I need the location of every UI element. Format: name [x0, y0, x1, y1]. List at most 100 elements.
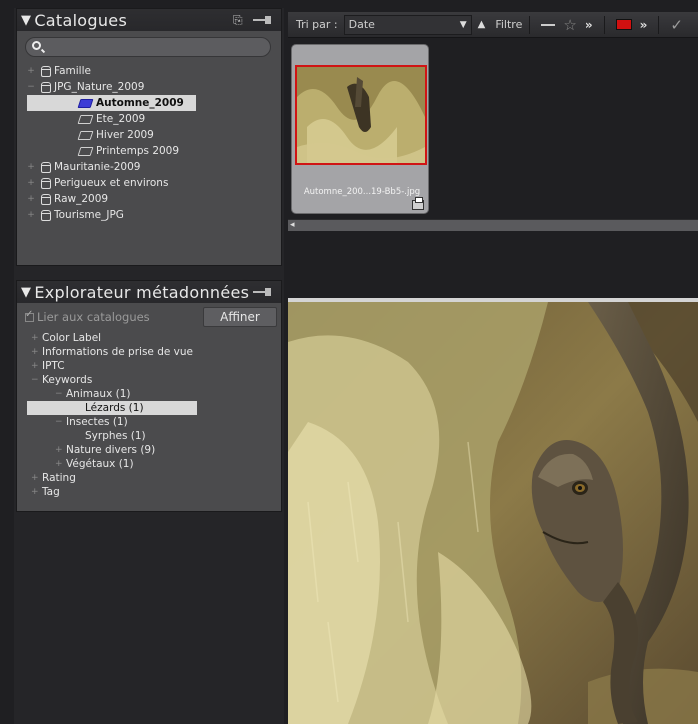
tree-item-famille[interactable]: + Famille	[17, 63, 281, 79]
metadata-title: Explorateur métadonnées	[34, 282, 250, 302]
toolbar-separator	[603, 15, 605, 34]
app-window: ▼ Catalogues ⎘ + Famille − JPG_Nature_20…	[0, 0, 698, 724]
meta-item-label: Nature divers (9)	[66, 444, 156, 456]
catalogue-icon	[41, 161, 51, 173]
meta-item-vegetaux[interactable]: + Végétaux (1)	[17, 457, 281, 471]
collapse-icon[interactable]: −	[27, 82, 35, 92]
thumbnail-caption: Automne_200...19-Bb5-.jpg	[303, 187, 421, 197]
meta-item-color-label[interactable]: + Color Label	[17, 331, 281, 345]
collapse-icon[interactable]: −	[55, 389, 63, 399]
meta-item-syrphes[interactable]: Syrphes (1)	[17, 429, 281, 443]
tree-item-printemps-2009[interactable]: Printemps 2009	[17, 143, 281, 159]
meta-item-shooting-info[interactable]: + Informations de prise de vue	[17, 345, 281, 359]
tree-item-jpg-nature-2009[interactable]: − JPG_Nature_2009	[17, 79, 281, 95]
meta-item-label: Keywords	[42, 374, 93, 386]
folder-icon	[77, 114, 94, 124]
catalogue-icon	[41, 81, 51, 93]
expand-icon[interactable]: +	[55, 459, 63, 469]
dropdown-arrow-icon[interactable]: ▼	[460, 20, 467, 30]
star-icon[interactable]: ☆	[563, 16, 576, 34]
meta-item-label: Lézards (1)	[85, 402, 144, 414]
image-preview[interactable]	[288, 302, 698, 724]
pin-icon[interactable]	[253, 16, 273, 24]
meta-item-iptc[interactable]: + IPTC	[17, 359, 281, 373]
expand-icon[interactable]: +	[27, 66, 35, 76]
meta-item-tag[interactable]: + Tag	[17, 485, 281, 499]
sort-ascending-icon[interactable]: ▲	[478, 19, 486, 30]
expand-icon[interactable]: +	[31, 347, 39, 357]
meta-item-label: Informations de prise de vue	[42, 346, 194, 358]
tree-item-label: Ete_2009	[96, 113, 146, 125]
refine-button[interactable]: Affiner	[203, 307, 277, 327]
pin-icon[interactable]	[253, 288, 273, 296]
catalogue-icon	[41, 209, 51, 221]
catalogue-search-input[interactable]	[26, 40, 270, 59]
expand-icon[interactable]: +	[31, 333, 39, 343]
meta-item-insectes[interactable]: − Insectes (1)	[17, 415, 281, 429]
tree-item-label: Famille	[54, 65, 91, 77]
expand-icon[interactable]: +	[31, 487, 39, 497]
collapse-triangle-icon[interactable]: ▼	[21, 13, 31, 28]
metadata-explorer-panel: ▼ Explorateur métadonnées Lier aux catal…	[16, 280, 282, 512]
expand-icon[interactable]: +	[55, 445, 63, 455]
printer-icon[interactable]	[412, 197, 424, 210]
expand-icon[interactable]: +	[31, 473, 39, 483]
tree-item-automne-2009[interactable]: Automne_2009	[27, 95, 196, 111]
tree-item-label: Tourisme_JPG	[54, 209, 124, 221]
collapse-triangle-icon[interactable]: ▼	[21, 285, 31, 300]
catalogue-tree: + Famille − JPG_Nature_2009 Automne_2009…	[17, 63, 281, 223]
more-ratings-icon[interactable]: »	[585, 18, 593, 32]
metadata-header[interactable]: ▼ Explorateur métadonnées	[17, 281, 281, 303]
horizontal-scrollbar[interactable]: ◂	[288, 219, 698, 231]
tree-item-tourisme-jpg[interactable]: + Tourisme_JPG	[17, 207, 281, 223]
meta-item-keywords[interactable]: − Keywords	[17, 373, 281, 387]
tree-item-hiver-2009[interactable]: Hiver 2009	[17, 127, 281, 143]
tree-item-raw-2009[interactable]: + Raw_2009	[17, 191, 281, 207]
tree-item-ete-2009[interactable]: Ete_2009	[17, 111, 281, 127]
expand-icon[interactable]: +	[27, 178, 35, 188]
rating-clear-icon[interactable]	[541, 23, 556, 26]
meta-item-label: Color Label	[42, 332, 102, 344]
link-catalogues-checkbox[interactable]	[25, 309, 34, 322]
catalogue-icon	[41, 193, 51, 205]
folder-icon	[77, 130, 94, 140]
color-label-swatch[interactable]	[615, 19, 632, 30]
sort-select[interactable]: Date ▼	[343, 14, 472, 35]
catalogues-header[interactable]: ▼ Catalogues ⎘	[17, 9, 281, 31]
more-colors-icon[interactable]: »	[640, 18, 648, 32]
collapse-icon[interactable]: −	[55, 417, 63, 427]
meta-item-animaux[interactable]: − Animaux (1)	[17, 387, 281, 401]
catalogues-title: Catalogues	[34, 10, 128, 30]
expand-icon[interactable]: +	[27, 162, 35, 172]
meta-item-label: Syrphes (1)	[85, 430, 146, 442]
filter-button[interactable]: Filtre	[495, 18, 522, 31]
catalogues-panel: ▼ Catalogues ⎘ + Famille − JPG_Nature_20…	[16, 8, 282, 266]
catalogue-search[interactable]	[25, 37, 271, 59]
meta-item-rating[interactable]: + Rating	[17, 471, 281, 485]
tree-item-perigueux[interactable]: + Perigueux et environs	[17, 175, 281, 191]
copy-icon[interactable]: ⎘	[229, 12, 247, 28]
sort-label: Tri par :	[296, 18, 338, 31]
tree-item-label: Raw_2009	[54, 193, 109, 205]
meta-item-label: IPTC	[42, 360, 65, 372]
collapse-icon[interactable]: −	[31, 375, 39, 385]
scroll-left-icon[interactable]: ◂	[290, 220, 295, 230]
meta-item-label: Tag	[42, 486, 60, 498]
tree-item-mauritanie-2009[interactable]: + Mauritanie-2009	[17, 159, 281, 175]
expand-icon[interactable]: +	[31, 361, 39, 371]
tree-item-label: JPG_Nature_2009	[54, 81, 145, 93]
meta-item-label: Animaux (1)	[66, 388, 131, 400]
thumbnail-browser: Automne_200...19-Bb5-.jpg ◂	[288, 40, 698, 298]
check-icon[interactable]: ✓	[670, 16, 683, 34]
tree-item-label: Automne_2009	[96, 97, 184, 109]
browser-toolbar: Tri par : Date ▼ ▲ Filtre ☆ » » ✓	[288, 12, 698, 38]
meta-item-lezards[interactable]: Lézards (1)	[27, 401, 197, 415]
thumbnail-card[interactable]: Automne_200...19-Bb5-.jpg	[291, 44, 429, 214]
meta-item-label: Végétaux (1)	[66, 458, 134, 470]
expand-icon[interactable]: +	[27, 194, 35, 204]
thumbnail-image[interactable]	[295, 65, 427, 165]
expand-icon[interactable]: +	[27, 210, 35, 220]
folder-icon	[77, 146, 94, 156]
meta-item-nature-divers[interactable]: + Nature divers (9)	[17, 443, 281, 457]
tree-item-label: Mauritanie-2009	[54, 161, 141, 173]
